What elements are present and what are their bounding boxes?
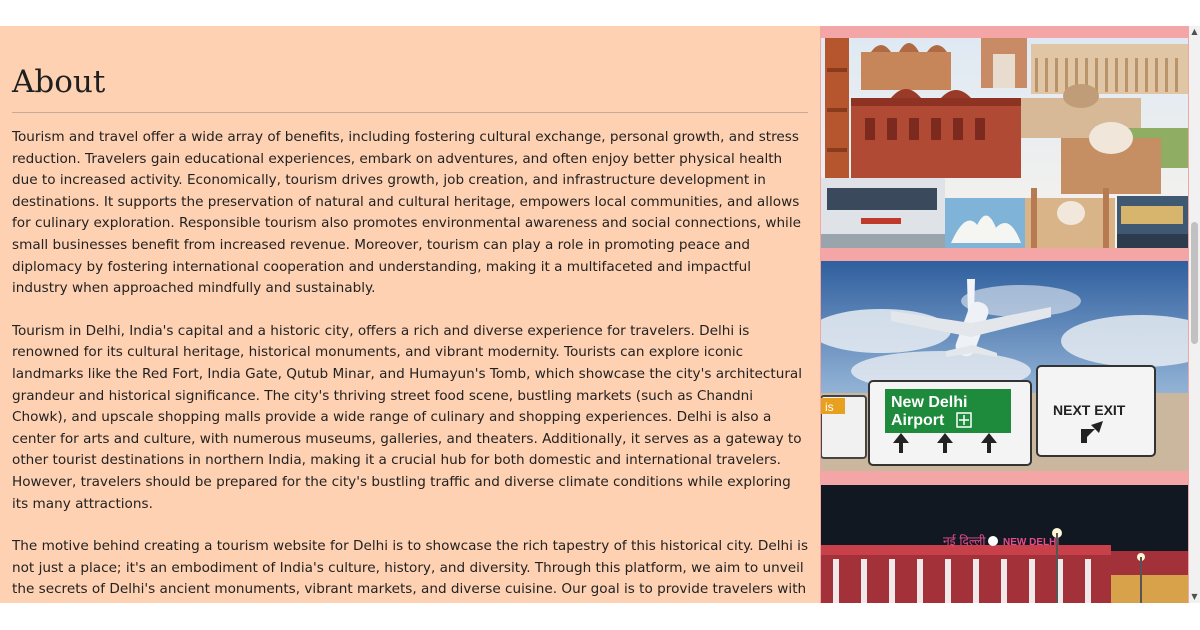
heading-divider	[12, 112, 808, 113]
sign-next-exit-text: NEXT EXIT	[1053, 402, 1126, 418]
airport-sign-image: is New Delhi Airport NEXT EXIT	[821, 261, 1188, 471]
scrollbar-thumb[interactable]	[1191, 222, 1198, 344]
sign-airport-text: Airport	[891, 412, 945, 429]
about-paragraph-3: The motive behind creating a tourism web…	[12, 538, 809, 603]
station-hindi-text: नई दिल्ली	[943, 534, 986, 548]
about-paragraph-2: Tourism in Delhi, India's capital and a …	[12, 322, 803, 512]
image-gallery: is New Delhi Airport NEXT EXIT नई दिल्ली…	[820, 26, 1189, 603]
page-content: About Tourism and travel offer a wide ar…	[0, 26, 1189, 603]
sign-new-delhi-text: New Delhi	[891, 394, 967, 411]
delhi-monuments-collage-image	[821, 38, 1188, 248]
about-section: About Tourism and travel offer a wide ar…	[0, 26, 820, 603]
vertical-scrollbar[interactable]: ▲ ▼	[1189, 26, 1200, 603]
scroll-down-arrow-icon[interactable]: ▼	[1189, 591, 1200, 603]
new-delhi-station-image: नई दिल्ली NEW DELHI	[821, 485, 1188, 603]
scroll-up-arrow-icon[interactable]: ▲	[1189, 26, 1200, 38]
about-paragraph-1: Tourism and travel offer a wide array of…	[12, 129, 801, 297]
browser-bottom-gap	[0, 603, 1200, 630]
station-name-text: NEW DELHI	[1003, 537, 1059, 548]
browser-top-gap	[0, 0, 1200, 26]
sign-partial-text: is	[825, 400, 834, 414]
about-heading: About	[12, 64, 106, 100]
